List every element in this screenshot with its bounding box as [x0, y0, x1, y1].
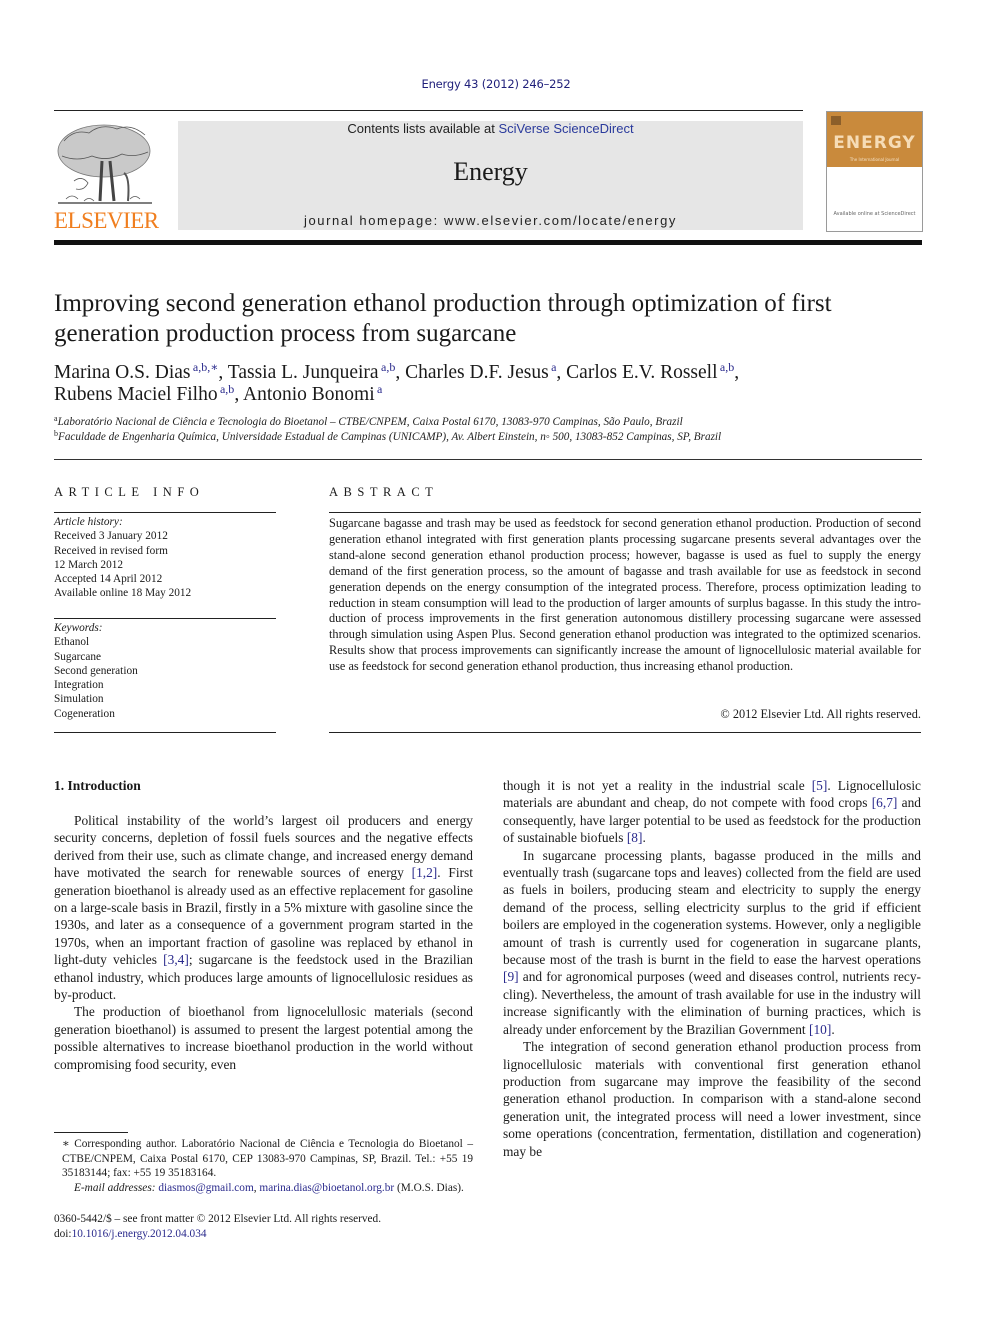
affiliation-text: Laboratório Nacional de Ciência e Tecnol…: [57, 416, 683, 428]
issn-line: 0360-5442/$ – see front matter © 2012 El…: [54, 1213, 382, 1225]
email-link[interactable]: diasmos@gmail.com: [158, 1182, 253, 1194]
cover-publisher-icon: [831, 116, 841, 125]
abstract-copyright: © 2012 Elsevier Ltd. All rights reserved…: [720, 707, 921, 721]
citation-link[interactable]: [6,7]: [872, 795, 898, 810]
corresponding-author-footnote: ∗ Corresponding author. Laboratório Naci…: [54, 1137, 473, 1195]
section-heading-introduction: 1. Introduction: [54, 778, 141, 793]
keyword-item[interactable]: Second generation: [54, 664, 276, 678]
history-item: Received 3 January 2012: [54, 530, 168, 543]
contents-prefix: Contents lists available at: [347, 121, 499, 136]
citation-link[interactable]: [8]: [627, 830, 643, 845]
history-item: Accepted 14 April 2012: [54, 573, 163, 586]
body-paragraph: though it is not yet a reality in the in…: [503, 778, 921, 846]
citation-link[interactable]: [3,4]: [163, 952, 189, 967]
abstract-text: Sugarcane bagasse and trash may be used …: [329, 516, 921, 674]
email-link[interactable]: marina.dias@bioetanol.org.br: [259, 1182, 394, 1194]
body-paragraph: In sugarcane processing plants, bagasse …: [503, 847, 921, 1037]
body-column-right: though it is not yet a reality in the in…: [503, 777, 921, 1160]
elsevier-wordmark: ELSEVIER: [54, 208, 159, 233]
email-line: E-mail addresses: diasmos@gmail.com, mar…: [54, 1181, 473, 1196]
affiliation-line: bFaculdade de Engenharia Química, Univer…: [54, 429, 934, 445]
front-matter: 0360-5442/$ – see front matter © 2012 El…: [54, 1212, 494, 1241]
keyword-item[interactable]: Integration: [54, 678, 276, 692]
author-name[interactable]: Tassia L. Junqueira: [228, 362, 379, 383]
author-name[interactable]: Antonio Bonomi: [243, 384, 375, 405]
keywords: Keywords: Ethanol Sugarcane Second generat…: [54, 621, 276, 721]
footnote-rule: [54, 1132, 128, 1133]
author-separator: ,: [734, 362, 740, 383]
affiliation-text: Faculdade de Engenharia Química, Univers…: [58, 430, 722, 443]
journal-homepage-link[interactable]: journal homepage: www.elsevier.com/locat…: [178, 213, 803, 228]
corresponding-author-note: ∗ Corresponding author. Laboratório Naci…: [62, 1138, 473, 1180]
keywords-label: Keywords:: [54, 622, 103, 634]
article-info-rule: [54, 618, 276, 619]
keyword-item[interactable]: Simulation: [54, 692, 276, 706]
cover-footer: Available online at ScienceDirect: [833, 211, 916, 217]
author-separator: ,: [234, 384, 243, 405]
journal-cover-thumbnail[interactable]: ENERGY The International Journal Availab…: [826, 111, 923, 232]
citation-link[interactable]: [9]: [503, 969, 519, 984]
body-paragraph: The production of bioethanol from lignoc…: [54, 1004, 473, 1072]
keyword-item[interactable]: Ethanol: [54, 635, 276, 649]
email-owner: (M.O.S. Dias).: [394, 1181, 464, 1194]
citation-link[interactable]: [5]: [812, 778, 828, 793]
author-name[interactable]: Charles D.F. Jesus: [405, 362, 549, 383]
author-affiliation-marker[interactable]: a: [375, 382, 382, 396]
affiliation-rule: [54, 459, 922, 460]
author-separator: ,: [218, 362, 228, 383]
article-info-rule: [54, 512, 276, 513]
header-rule: [54, 110, 803, 111]
journal-name: Energy: [453, 157, 528, 186]
author-name[interactable]: Carlos E.V. Rossell: [566, 362, 717, 383]
citation-link[interactable]: [1,2]: [412, 865, 438, 880]
keyword-item[interactable]: Sugarcane: [54, 650, 276, 664]
author-affiliation-marker[interactable]: a,b: [718, 360, 734, 374]
journal-citation-link[interactable]: Energy 43 (2012) 246–252: [0, 77, 992, 91]
abstract-rule: [329, 732, 921, 733]
keyword-item[interactable]: Cogeneration: [54, 707, 276, 721]
author-separator: ,: [395, 362, 406, 383]
abstract-rule: [329, 512, 921, 513]
body-column-left: Political instability of the world’s lar…: [54, 812, 473, 1073]
article-title: Improving second generation ethanol prod…: [54, 290, 832, 347]
author-affiliation-marker[interactable]: a,b,∗: [190, 360, 219, 374]
history-item: 12 March 2012: [54, 558, 124, 571]
email-label: E-mail addresses:: [74, 1181, 156, 1194]
cover-subtitle: The International Journal: [849, 157, 900, 162]
author-separator: ,: [556, 362, 567, 383]
cover-title: ENERGY: [833, 133, 916, 153]
body-paragraph: The integration of second generation eth…: [503, 1039, 921, 1159]
author-affiliation-marker[interactable]: a,b: [379, 360, 395, 374]
citation-link[interactable]: [10]: [809, 1022, 831, 1037]
sciencedirect-link[interactable]: SciVerse ScienceDirect: [498, 121, 633, 136]
doi-link[interactable]: 10.1016/j.energy.2012.04.034: [72, 1228, 207, 1240]
body-paragraph: Political instability of the world’s lar…: [54, 813, 473, 1003]
article-info-heading: ARTICLE INFO: [54, 485, 205, 499]
affiliation-line: aLaboratório Nacional de Ciência e Tecno…: [54, 415, 934, 430]
article-info-rule: [54, 732, 276, 733]
article-history: Article history: Received 3 January 2012…: [54, 515, 276, 601]
history-item: Received in revised form: [54, 544, 168, 557]
header-thick-rule: [54, 240, 922, 245]
author-list: Marina O.S. Dias a,b,∗, Tassia L. Junque…: [54, 360, 934, 406]
affiliations: aLaboratório Nacional de Ciência e Tecno…: [54, 415, 934, 444]
abstract-heading: ABSTRACT: [329, 485, 439, 499]
history-item: Available online 18 May 2012: [54, 587, 192, 600]
author-affiliation-marker[interactable]: a,b: [218, 382, 234, 396]
doi-line: doi:10.1016/j.energy.2012.04.034: [54, 1227, 494, 1242]
article-history-label: Article history:: [54, 516, 123, 528]
author-name[interactable]: Rubens Maciel Filho: [54, 384, 218, 405]
author-name[interactable]: Marina O.S. Dias: [54, 362, 190, 383]
contents-line: Contents lists available at SciVerse Sci…: [178, 121, 803, 136]
doi-prefix: doi:: [54, 1227, 72, 1240]
